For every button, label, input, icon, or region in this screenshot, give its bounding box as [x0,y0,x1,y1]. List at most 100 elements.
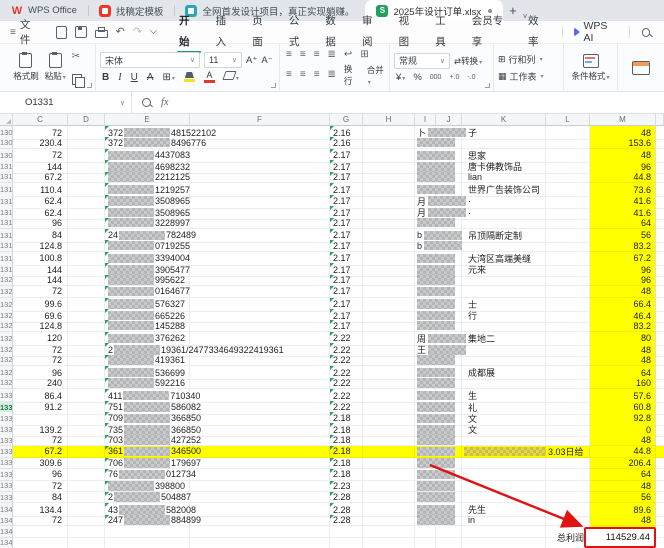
row-header[interactable]: 1335 [0,446,13,457]
cell[interactable] [190,515,330,526]
cell[interactable] [363,492,415,503]
cell[interactable]: 144 [13,275,68,286]
cut-icon[interactable]: ✂ [72,51,82,63]
cell[interactable]: 72 [13,481,68,492]
cell[interactable] [462,492,546,503]
cell[interactable] [363,218,415,229]
cell[interactable] [190,458,330,469]
cell[interactable] [415,137,436,148]
cell[interactable] [190,538,330,548]
row-header[interactable]: 1329 [0,378,13,389]
column-header-D[interactable]: D [68,114,105,126]
cell[interactable] [363,458,415,469]
cell[interactable] [462,481,546,492]
cell[interactable]: 2.22 [330,355,363,366]
cell[interactable]: 2.16 [330,137,363,148]
cell[interactable] [415,275,436,286]
cell[interactable] [546,275,590,286]
cell[interactable] [330,526,363,537]
cell[interactable]: b [415,240,436,251]
cell[interactable]: 96 [13,469,68,480]
cell[interactable] [415,492,436,503]
cell[interactable] [462,538,546,548]
cell[interactable] [656,481,664,492]
cell[interactable]: 72 [13,435,68,446]
cell[interactable] [190,218,330,229]
cell[interactable] [363,538,415,548]
cell[interactable] [462,275,546,286]
align-right-icon[interactable]: ≡ [314,69,320,80]
cell[interactable] [656,469,664,480]
cell[interactable]: 124.8 [13,240,68,251]
cell[interactable] [656,515,664,526]
cell[interactable]: 2.17 [330,172,363,183]
cell[interactable]: 2.22 [330,378,363,389]
new-document-icon[interactable] [56,26,67,39]
italic-button[interactable]: I [118,72,121,83]
cell[interactable] [105,526,190,537]
cell[interactable] [190,481,330,492]
cell[interactable] [363,435,415,446]
row-header[interactable]: 1311 [0,172,13,183]
cell[interactable]: 3.03日给 [546,446,590,457]
formula-search-icon[interactable] [142,98,151,107]
cell[interactable] [363,172,415,183]
rows-cols-button[interactable]: ⊞ 行和列 ▾ [498,53,559,66]
fill-color-button[interactable] [184,72,195,82]
cell[interactable] [656,275,664,286]
merge-cells-icon[interactable]: ⊞ [360,49,368,60]
row-header[interactable]: 1317 [0,240,13,251]
cell[interactable] [436,526,462,537]
cell[interactable] [656,355,664,366]
cell[interactable]: 309.6 [13,458,68,469]
cell[interactable] [415,515,436,526]
cell[interactable]: 206.4 [590,458,656,469]
cell[interactable]: 2.18 [330,458,363,469]
cell[interactable]: 995622 [105,275,190,286]
cell[interactable]: 67.2 [13,172,68,183]
column-header-F[interactable]: F [190,114,330,126]
cell[interactable] [546,378,590,389]
cell[interactable] [190,355,330,366]
cell[interactable]: 72 [13,355,68,366]
conditional-format-button[interactable]: 条件格式▾ [571,70,609,82]
cell[interactable]: 0719255 [105,240,190,251]
cell[interactable]: 703427252 [105,435,190,446]
cell[interactable] [415,481,436,492]
formula-input[interactable] [179,92,664,113]
percent-button[interactable]: % [413,72,421,83]
cell[interactable] [415,458,436,469]
cell[interactable]: 0164677 [105,286,190,297]
underline-button[interactable]: U [131,72,138,83]
paste-button[interactable]: 粘贴▾ [45,53,66,82]
cell[interactable]: 96 [590,275,656,286]
cell[interactable] [190,492,330,503]
cell[interactable] [546,320,590,331]
cell[interactable]: 398800 [105,481,190,492]
cell[interactable] [462,446,546,457]
font-size-select[interactable]: 11∨ [204,52,242,68]
cell[interactable] [415,172,436,183]
cell[interactable]: 64 [590,469,656,480]
cell[interactable]: 2.17 [330,240,363,251]
wrap-label[interactable]: 换行 [344,63,359,87]
cell[interactable] [190,275,330,286]
convert-button[interactable]: ⇄转换▾ [454,55,482,67]
column-header-J[interactable]: J [436,114,462,126]
row-header[interactable]: 1334 [0,435,13,446]
wps-ai-button[interactable]: WPS AI [574,20,616,44]
cell[interactable]: 83.2 [590,320,656,331]
cell[interactable]: 56 [590,492,656,503]
row-header[interactable]: 1339 [0,492,13,503]
cell[interactable] [68,240,105,251]
cell[interactable]: 2.17 [330,218,363,229]
align-top-icon[interactable]: ≡ [286,49,292,60]
orientation-icon[interactable]: ≣ [328,49,336,60]
cell[interactable] [68,526,105,537]
cell[interactable] [415,218,436,229]
cell[interactable] [190,469,330,480]
cell[interactable] [68,492,105,503]
decrease-decimal-button[interactable]: -.0 [467,74,475,81]
cell[interactable] [68,286,105,297]
row-header[interactable]: 1327 [0,355,13,366]
